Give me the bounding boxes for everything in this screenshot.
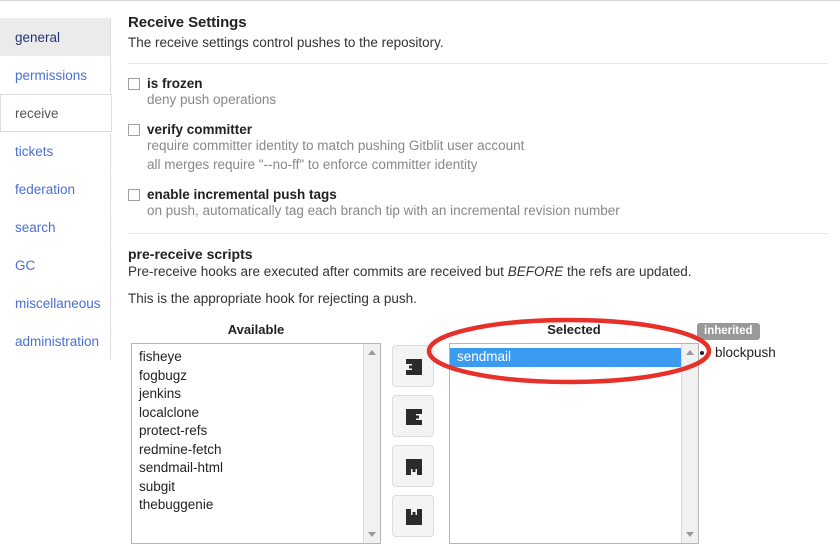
- setting-incremental-push-tags: enable incremental push tags on push, au…: [128, 187, 828, 220]
- move-up-button[interactable]: [392, 445, 434, 487]
- incremental-push-tags-label: enable incremental push tags: [147, 187, 337, 203]
- arrow-left-icon: [406, 409, 422, 425]
- setting-verify-committer: verify committer require committer ident…: [128, 122, 828, 174]
- list-item[interactable]: thebuggenie: [132, 496, 363, 515]
- list-item[interactable]: protect-refs: [132, 422, 363, 441]
- sidebar-item-label: general: [15, 30, 61, 45]
- sidebar-item-label: search: [15, 220, 56, 235]
- top-divider: [0, 0, 840, 1]
- verify-committer-label: verify committer: [147, 122, 253, 138]
- available-list-scrollbar[interactable]: [363, 344, 380, 543]
- move-left-button[interactable]: [392, 395, 434, 437]
- list-item[interactable]: sendmail: [450, 348, 681, 367]
- arrow-right-icon: [406, 359, 422, 375]
- sidebar-item-label: receive: [15, 106, 59, 121]
- list-item[interactable]: subgit: [132, 478, 363, 497]
- available-scripts-options[interactable]: fisheye fogbugz jenkins localclone prote…: [132, 344, 363, 543]
- page-subtitle: The receive settings control pushes to t…: [128, 35, 444, 50]
- prereceive-description-after: the refs are updated.: [563, 264, 692, 280]
- sidebar-item-label: GC: [15, 258, 36, 273]
- available-scripts-listbox[interactable]: fisheye fogbugz jenkins localclone prote…: [131, 343, 381, 544]
- scroll-down-icon[interactable]: [368, 532, 376, 537]
- setting-is-frozen: is frozen deny push operations: [128, 76, 828, 109]
- verify-committer-checkbox[interactable]: [128, 123, 140, 136]
- available-column-label: Available: [227, 322, 285, 337]
- list-item[interactable]: sendmail-html: [132, 459, 363, 478]
- sidebar-item-federation[interactable]: federation: [0, 170, 111, 208]
- sidebar-item-receive[interactable]: receive: [0, 94, 112, 132]
- sidebar-item-label: miscellaneous: [15, 296, 101, 311]
- sidebar-item-gc[interactable]: GC: [0, 246, 111, 284]
- settings-page: general permissions receive tickets fede…: [0, 0, 840, 552]
- settings-content: Receive Settings The receive settings co…: [128, 14, 828, 318]
- list-item[interactable]: jenkins: [132, 385, 363, 404]
- verify-committer-hint-1: require committer identity to match push…: [147, 138, 525, 154]
- section-divider: [128, 63, 828, 64]
- page-title: Receive Settings: [128, 14, 247, 31]
- list-item: blockpush: [715, 344, 837, 362]
- incremental-push-tags-checkbox[interactable]: [128, 188, 140, 201]
- prereceive-note: This is the appropriate hook for rejecti…: [128, 291, 417, 307]
- sidebar-item-administration[interactable]: administration: [0, 322, 111, 360]
- inherited-badge: inherited: [697, 323, 760, 340]
- selected-list-scrollbar[interactable]: [681, 344, 698, 543]
- prereceive-description-before: Pre-receive hooks are executed after com…: [128, 264, 508, 280]
- sidebar-item-search[interactable]: search: [0, 208, 111, 246]
- sidebar-item-label: tickets: [15, 144, 54, 159]
- move-right-button[interactable]: [392, 345, 434, 387]
- scroll-up-icon[interactable]: [368, 350, 376, 355]
- settings-sidebar: general permissions receive tickets fede…: [0, 18, 112, 360]
- sidebar-item-label: federation: [15, 182, 76, 197]
- inherited-scripts-panel: inherited blockpush: [697, 322, 837, 362]
- scroll-up-icon[interactable]: [686, 350, 694, 355]
- is-frozen-hint: deny push operations: [147, 92, 277, 107]
- arrow-down-icon: [406, 509, 422, 525]
- sidebar-item-label: permissions: [15, 68, 88, 83]
- selected-scripts-options[interactable]: sendmail: [450, 344, 681, 543]
- prereceive-description: Pre-receive hooks are executed after com…: [128, 264, 828, 279]
- prereceive-title: pre-receive scripts: [128, 246, 253, 263]
- sidebar-item-general[interactable]: general: [0, 18, 111, 56]
- list-item[interactable]: fisheye: [132, 348, 363, 367]
- sidebar-item-miscellaneous[interactable]: miscellaneous: [0, 284, 111, 322]
- scroll-down-icon[interactable]: [686, 532, 694, 537]
- list-item[interactable]: fogbugz: [132, 367, 363, 386]
- sidebar-item-permissions[interactable]: permissions: [0, 56, 111, 94]
- list-item[interactable]: localclone: [132, 404, 363, 423]
- incremental-push-tags-hint: on push, automatically tag each branch t…: [147, 203, 620, 219]
- move-down-button[interactable]: [392, 495, 434, 537]
- selected-column-label: Selected: [547, 322, 601, 337]
- is-frozen-checkbox[interactable]: [128, 77, 140, 90]
- arrow-up-icon: [406, 459, 422, 475]
- sidebar-item-tickets[interactable]: tickets: [0, 132, 111, 170]
- prereceive-divider: [128, 233, 828, 235]
- selected-scripts-listbox[interactable]: sendmail: [449, 343, 699, 544]
- verify-committer-hint-2: all merges require "--no-ff" to enforce …: [147, 156, 478, 172]
- sidebar-item-label: administration: [15, 334, 100, 349]
- inherited-scripts-list: blockpush: [697, 344, 837, 362]
- transfer-button-group: [392, 345, 434, 545]
- is-frozen-label: is frozen: [147, 76, 203, 91]
- prereceive-description-emphasis: BEFORE: [507, 264, 564, 280]
- list-item[interactable]: redmine-fetch: [132, 441, 363, 460]
